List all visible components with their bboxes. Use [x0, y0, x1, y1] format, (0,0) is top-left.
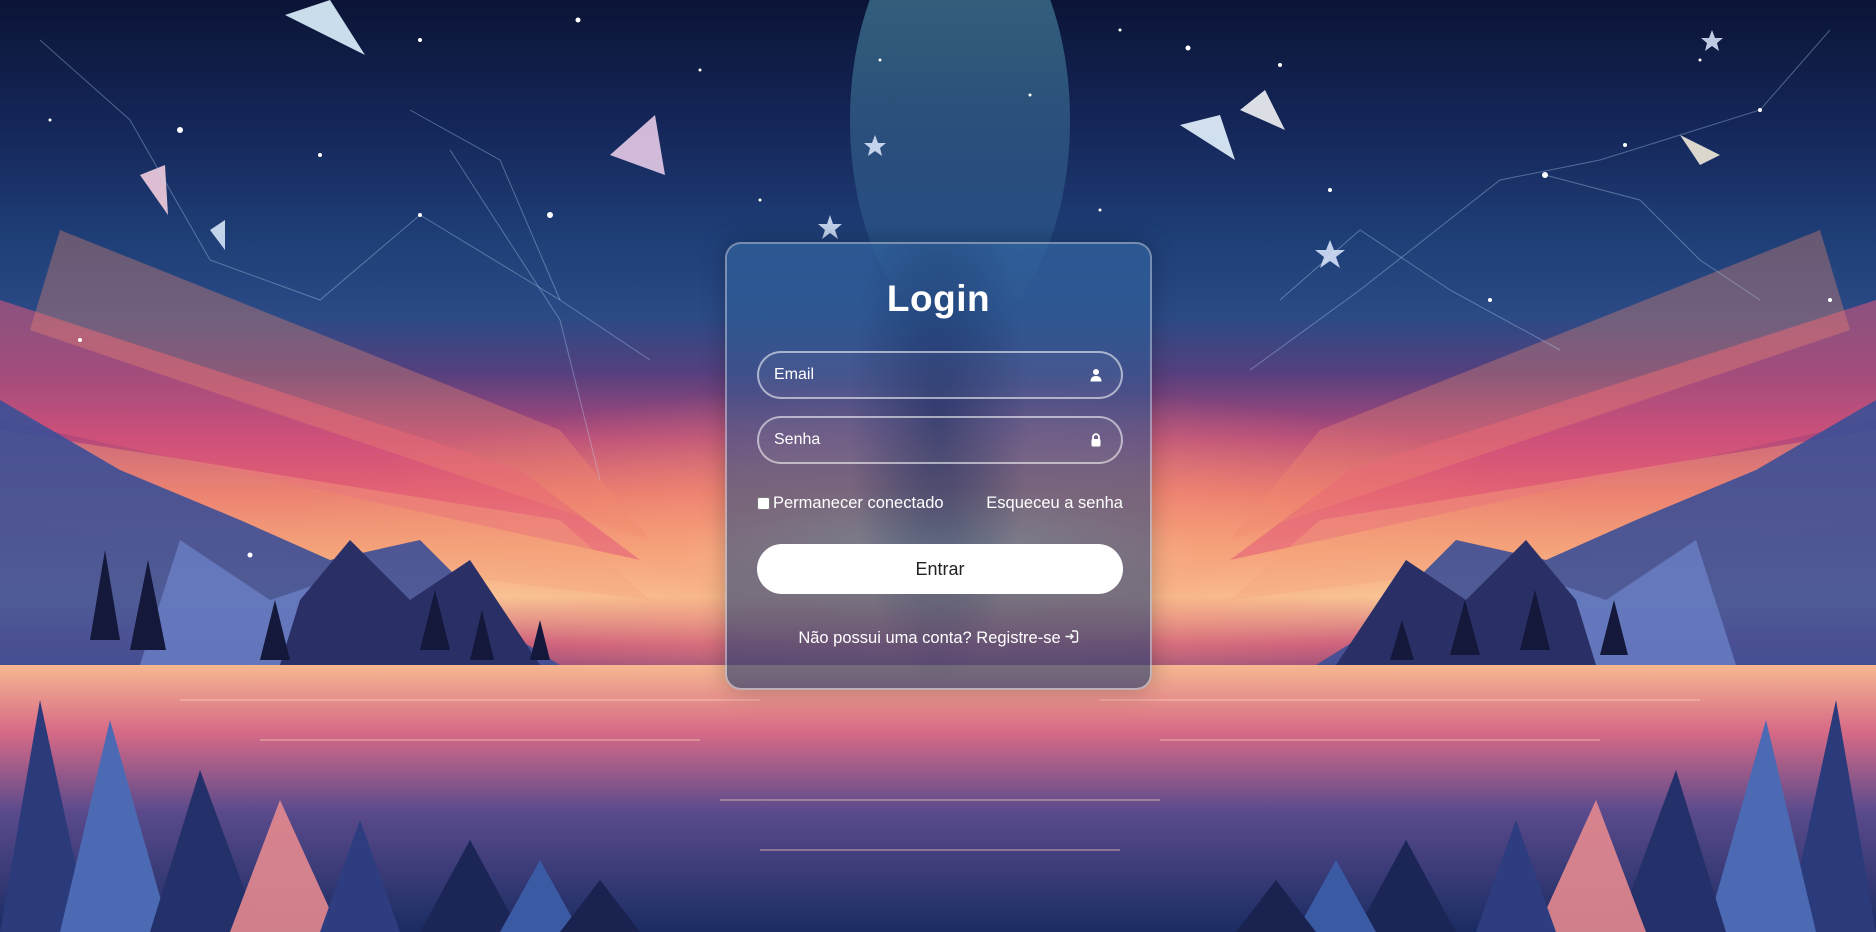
password-input[interactable]: [759, 418, 1121, 462]
register-link[interactable]: Registre-se: [976, 629, 1078, 647]
register-prompt-text: Não possui uma conta?: [798, 629, 972, 647]
lock-icon: [1091, 433, 1101, 447]
remember-checkbox[interactable]: [757, 497, 770, 510]
password-field: [757, 416, 1123, 464]
login-button[interactable]: Entrar: [757, 544, 1123, 594]
email-input[interactable]: [759, 353, 1121, 397]
remember-label: Permanecer conectado: [773, 494, 944, 512]
sign-in-icon: [1065, 630, 1078, 643]
remember-me[interactable]: Permanecer conectado: [757, 494, 944, 513]
login-card: Login Permanecer conectado Esqueceu a se…: [725, 242, 1152, 690]
forgot-password-link[interactable]: Esqueceu a senha: [986, 494, 1123, 513]
options-row: Permanecer conectado Esqueceu a senha: [757, 494, 1123, 514]
login-title: Login: [886, 278, 991, 319]
register-link-label: Registre-se: [976, 629, 1061, 647]
user-icon: [1090, 369, 1102, 382]
email-field: [757, 351, 1123, 399]
register-prompt: Não possui uma conta? Registre-se: [727, 629, 1150, 648]
